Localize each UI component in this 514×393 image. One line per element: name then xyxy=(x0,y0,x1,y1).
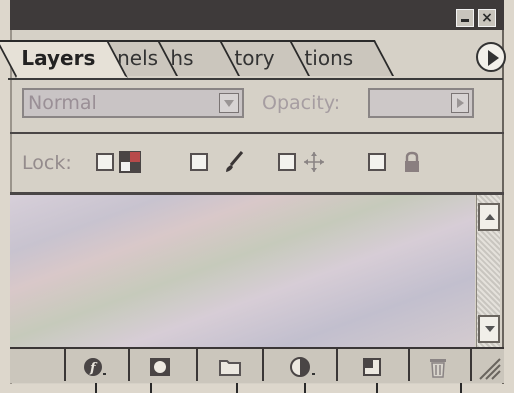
close-button[interactable]: × xyxy=(478,9,496,27)
toolbar-separator xyxy=(128,349,130,381)
lock-image-checkbox[interactable] xyxy=(190,153,208,171)
blend-mode-value: Normal xyxy=(28,92,97,114)
scroll-up-button[interactable] xyxy=(478,203,500,231)
lock-all-checkbox[interactable] xyxy=(368,153,386,171)
trash-icon[interactable] xyxy=(426,355,450,379)
toolbar-separator xyxy=(336,349,338,381)
new-layer-icon[interactable] xyxy=(360,355,384,379)
divider xyxy=(10,132,504,134)
layer-list-scrollbar[interactable] xyxy=(476,195,500,347)
layer-mask-icon[interactable] xyxy=(148,355,172,379)
minimize-icon xyxy=(461,19,469,22)
palette-titlebar[interactable] xyxy=(10,0,504,30)
opacity-input[interactable] xyxy=(368,88,474,118)
padlock-icon xyxy=(405,151,419,172)
callout-line xyxy=(236,383,238,393)
callout-line xyxy=(376,383,378,393)
move-arrows-icon xyxy=(304,152,324,172)
brush-icon xyxy=(226,151,244,172)
toolbar-separator xyxy=(64,349,66,381)
lock-position-checkbox[interactable] xyxy=(278,153,296,171)
opacity-label: Opacity: xyxy=(262,92,341,114)
chevron-down-icon[interactable] xyxy=(219,93,239,113)
toolbar-separator xyxy=(262,349,264,381)
close-icon: × xyxy=(481,10,493,26)
minimize-button[interactable] xyxy=(456,9,474,27)
scroll-down-button[interactable] xyxy=(478,315,500,343)
toolbar-separator xyxy=(196,349,198,381)
blend-mode-select[interactable]: Normal xyxy=(22,88,244,118)
callout-line xyxy=(95,383,97,393)
transparency-checker-icon xyxy=(119,151,141,173)
callout-line xyxy=(460,383,462,393)
callout-line xyxy=(150,383,152,393)
layer-list[interactable] xyxy=(10,195,475,347)
adjustment-layer-icon[interactable] xyxy=(286,355,316,379)
toolbar-separator xyxy=(408,349,410,381)
tab-layers[interactable]: Layers xyxy=(0,40,128,78)
toolbar-separator xyxy=(470,349,472,381)
opacity-slider-arrow-icon[interactable] xyxy=(451,93,469,113)
palette-tab-strip: tions tory hs nnels Layers xyxy=(0,40,503,80)
layer-style-icon[interactable]: f xyxy=(82,355,106,379)
lock-transparency-checkbox[interactable] xyxy=(96,153,114,171)
resize-grip-icon[interactable] xyxy=(476,355,502,381)
palette-menu-button[interactable] xyxy=(476,42,506,72)
new-set-folder-icon[interactable] xyxy=(218,355,242,379)
lock-label: Lock: xyxy=(22,152,72,174)
callout-line xyxy=(304,383,306,393)
